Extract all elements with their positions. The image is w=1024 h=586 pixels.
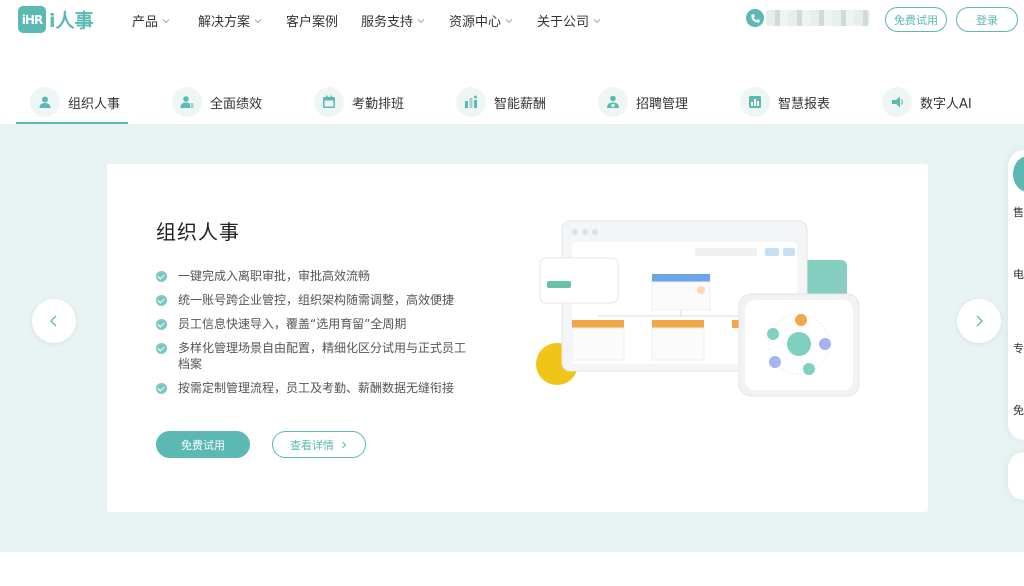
tab-label: 智慧报表: [778, 96, 831, 112]
side-item-expert[interactable]: 专: [1013, 340, 1024, 356]
check-icon: [156, 383, 167, 394]
user-icon: [30, 87, 60, 117]
chevron-left-icon: [50, 315, 57, 327]
performance-icon: [172, 87, 202, 117]
calendar-icon: [314, 87, 344, 117]
nav-item-resources[interactable]: 资源中心: [449, 11, 537, 30]
nav-item-label: 客户案例: [286, 15, 339, 30]
nav-item-label: 产品: [132, 15, 159, 30]
chevron-down-icon: [417, 18, 425, 23]
hero-free-trial-button[interactable]: 免费试用: [156, 431, 250, 458]
check-icon: [156, 319, 167, 330]
logo-badge: iHR: [18, 6, 46, 33]
nav-item-label: 服务支持: [361, 15, 414, 30]
side-item-phone[interactable]: 电: [1013, 266, 1024, 282]
nav-item-label: 解决方案: [198, 15, 251, 30]
logo-text: i人事: [49, 10, 94, 32]
report-icon: [740, 87, 770, 117]
feature-item: 一键完成入离职审批，审批高效流畅: [156, 268, 486, 284]
view-details-button[interactable]: 查看详情: [272, 431, 366, 458]
tab-performance[interactable]: 全面绩效: [172, 80, 262, 124]
view-details-label: 查看详情: [290, 438, 334, 452]
nav-item-cases[interactable]: 客户案例: [286, 11, 361, 30]
carousel-next-button[interactable]: [957, 299, 1001, 343]
chevron-down-icon: [593, 18, 601, 23]
carousel-prev-button[interactable]: [32, 299, 76, 343]
tab-reports[interactable]: 智慧报表: [740, 80, 830, 124]
chevron-right-icon: [342, 441, 347, 448]
chevron-down-icon: [505, 18, 513, 23]
tab-org-hr[interactable]: 组织人事: [30, 80, 120, 124]
feature-item: 按需定制管理流程，员工及考勤、薪酬数据无缝衔接: [156, 380, 486, 396]
nav-item-products[interactable]: 产品: [132, 11, 198, 30]
feature-item: 多样化管理场景自由配置，精细化区分试用与正式员工档案: [156, 340, 471, 372]
nav-item-label: 资源中心: [449, 15, 502, 30]
check-icon: [156, 295, 167, 306]
product-tabs: 组织人事 全面绩效 考勤排班 智能薪酬 招聘管理 智慧报表 数字人AI: [0, 80, 1024, 124]
nav-item-solutions[interactable]: 解决方案: [198, 11, 286, 30]
chevron-down-icon: [254, 18, 262, 23]
tab-label: 招聘管理: [636, 96, 689, 112]
nav-item-support[interactable]: 服务支持: [361, 11, 449, 30]
main-menu: 产品 解决方案 客户案例 服务支持 资源中心 关于公司: [132, 11, 617, 30]
card-title: 组织人事: [156, 220, 240, 244]
side-item-sales[interactable]: 售: [1013, 204, 1024, 220]
product-illustration: [536, 220, 860, 397]
feature-text: 一键完成入离职审批，审批高效流畅: [178, 269, 371, 283]
tab-label: 考勤排班: [352, 96, 405, 112]
chevron-down-icon: [162, 18, 170, 23]
tab-label: 组织人事: [68, 96, 121, 112]
feature-item: 员工信息快速导入，覆盖“选用育留”全周期: [156, 316, 486, 332]
tab-digital-human-ai[interactable]: 数字人AI: [882, 80, 972, 124]
salary-icon: [456, 87, 486, 117]
tab-recruitment[interactable]: 招聘管理: [598, 80, 688, 124]
tab-label: 数字人AI: [920, 96, 972, 112]
side-item-trial[interactable]: 免: [1013, 402, 1024, 418]
phone-icon: [746, 9, 764, 27]
feature-item: 统一账号跨企业管控，组织架构随需调整，高效便捷: [156, 292, 486, 308]
nav-item-label: 关于公司: [537, 15, 590, 30]
nav-item-about[interactable]: 关于公司: [537, 11, 617, 30]
feature-text: 多样化管理场景自由配置，精细化区分试用与正式员工档案: [178, 341, 467, 371]
chevron-right-icon: [976, 315, 983, 327]
free-trial-button[interactable]: 免费试用: [885, 7, 947, 32]
check-icon: [156, 343, 167, 354]
phone-number-redacted: [766, 10, 870, 26]
login-button[interactable]: 登录: [956, 7, 1018, 32]
tab-label: 智能薪酬: [494, 96, 547, 112]
tab-label: 全面绩效: [210, 96, 263, 112]
back-to-top-button[interactable]: [1008, 452, 1024, 500]
tab-salary[interactable]: 智能薪酬: [456, 80, 546, 124]
top-navigation: iHR i人事 产品 解决方案 客户案例 服务支持 资源中心 关于公司 免费试用…: [0, 0, 1024, 40]
check-icon: [156, 271, 167, 282]
feature-card: 组织人事 一键完成入离职审批，审批高效流畅 统一账号跨企业管控，组织架构随需调整…: [107, 164, 928, 512]
tab-attendance[interactable]: 考勤排班: [314, 80, 404, 124]
support-avatar-icon: [1013, 156, 1024, 192]
brand-logo[interactable]: iHR i人事: [18, 6, 94, 33]
side-contact-panel: 售 电 专 免: [1008, 150, 1024, 440]
hotline[interactable]: [746, 9, 870, 27]
ai-icon: [882, 87, 912, 117]
feature-text: 统一账号跨企业管控，组织架构随需调整，高效便捷: [178, 293, 455, 307]
recruit-icon: [598, 87, 628, 117]
feature-list: 一键完成入离职审批，审批高效流畅 统一账号跨企业管控，组织架构随需调整，高效便捷…: [156, 268, 486, 396]
feature-text: 员工信息快速导入，覆盖“选用育留”全周期: [178, 317, 407, 331]
feature-text: 按需定制管理流程，员工及考勤、薪酬数据无缝衔接: [178, 381, 455, 395]
